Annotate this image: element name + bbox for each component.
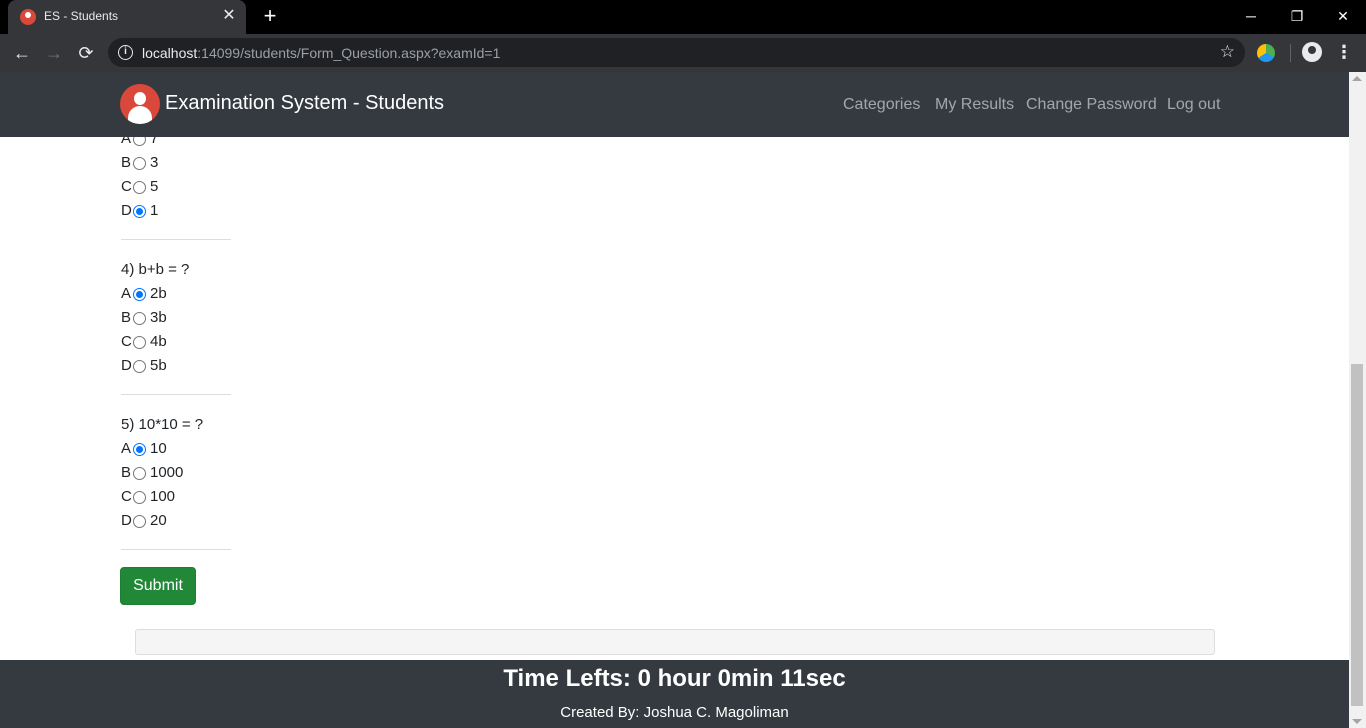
option-letter: B bbox=[121, 309, 132, 326]
browser-menu-icon[interactable]: ⋮ bbox=[1334, 40, 1354, 64]
tab-title: ES - Students bbox=[44, 9, 119, 23]
option-row: D 5b bbox=[121, 354, 231, 378]
option-row: A 10 bbox=[121, 437, 231, 461]
time-left-text: Time Lefts: 0 hour 0min 11sec bbox=[503, 665, 846, 692]
brand-logo-icon[interactable] bbox=[120, 84, 160, 124]
option-letter: C bbox=[121, 488, 132, 505]
minimize-button[interactable]: ─ bbox=[1228, 0, 1274, 34]
question-3: A7 B3 C5 D1 bbox=[121, 137, 231, 223]
option-letter: A bbox=[121, 440, 132, 457]
question-text: 4) b+b = ? bbox=[121, 261, 190, 278]
forward-button[interactable]: → bbox=[42, 41, 66, 65]
brand-title[interactable]: Examination System - Students bbox=[165, 92, 444, 115]
option-row: A 2b bbox=[121, 282, 231, 306]
radio-q3-b[interactable] bbox=[133, 156, 146, 170]
radio-q4-d[interactable] bbox=[133, 359, 146, 373]
question-5: 5) 10*10 = ? A 10 B 1000 C 100 D 20 bbox=[121, 413, 231, 533]
address-bar[interactable]: i localhost:14099/students/Form_Question… bbox=[108, 38, 1245, 67]
radio-q4-b[interactable] bbox=[133, 311, 146, 325]
site-navbar: Examination System - Students Categories… bbox=[0, 72, 1349, 137]
option-letter: B bbox=[121, 154, 132, 171]
back-button[interactable]: ← bbox=[10, 41, 34, 65]
credits-text: Created By: Joshua C. Magoliman bbox=[560, 704, 789, 721]
option-letter: A bbox=[121, 137, 132, 147]
question-divider bbox=[121, 394, 231, 395]
radio-q5-c[interactable] bbox=[133, 490, 146, 504]
option-letter: D bbox=[121, 512, 132, 529]
timer-progress-well bbox=[135, 629, 1215, 655]
option-row: C5 bbox=[121, 175, 231, 199]
exam-form: A7 B3 C5 D1 4) b+b = ? A 2b B 3b C 4b D 5b 5… bbox=[0, 137, 1349, 660]
question-divider bbox=[121, 239, 231, 240]
page-footer: Time Lefts: 0 hour 0min 11sec Created By… bbox=[0, 660, 1349, 728]
question-divider bbox=[121, 549, 231, 550]
option-letter: B bbox=[121, 464, 132, 481]
maximize-button[interactable]: ❐ bbox=[1274, 0, 1320, 34]
option-letter: D bbox=[121, 357, 132, 374]
option-letter: D bbox=[121, 202, 132, 219]
extension-icon[interactable] bbox=[1257, 44, 1275, 62]
option-label: 7 bbox=[150, 137, 159, 147]
option-label: 4b bbox=[150, 333, 167, 350]
option-label: 3 bbox=[150, 154, 159, 171]
option-label: 20 bbox=[150, 512, 167, 529]
nav-link-my-results[interactable]: My Results bbox=[935, 96, 1014, 114]
option-label: 1 bbox=[150, 202, 159, 219]
nav-link-log-out[interactable]: Log out bbox=[1167, 96, 1220, 114]
site-info-icon[interactable]: i bbox=[118, 45, 133, 60]
radio-q4-c[interactable] bbox=[133, 335, 146, 349]
option-row: D1 bbox=[121, 199, 231, 223]
option-letter: C bbox=[121, 178, 132, 195]
option-label: 10 bbox=[150, 440, 167, 457]
nav-link-change-password[interactable]: Change Password bbox=[1026, 96, 1157, 114]
tab-close-icon[interactable]: ✕ bbox=[220, 7, 238, 25]
option-row: C 4b bbox=[121, 330, 231, 354]
bookmark-star-icon[interactable]: ☆ bbox=[1220, 42, 1235, 62]
browser-tab[interactable]: ES - Students ✕ bbox=[8, 0, 246, 34]
radio-q3-c[interactable] bbox=[133, 180, 146, 194]
radio-q3-a[interactable] bbox=[133, 137, 146, 146]
option-row: B3 bbox=[121, 151, 231, 175]
option-letter: C bbox=[121, 333, 132, 350]
question-text: 5) 10*10 = ? bbox=[121, 416, 204, 433]
option-row: B 1000 bbox=[121, 461, 231, 485]
scroll-up-arrow-icon[interactable] bbox=[1352, 76, 1362, 81]
option-label: 5 bbox=[150, 178, 159, 195]
reload-button[interactable]: ⟳ bbox=[74, 41, 98, 65]
profile-avatar-icon[interactable] bbox=[1302, 42, 1322, 62]
scrollbar-thumb[interactable] bbox=[1351, 364, 1363, 706]
url-host: localhost bbox=[142, 45, 198, 61]
option-row: B 3b bbox=[121, 306, 231, 330]
option-label: 100 bbox=[150, 488, 176, 505]
tab-favicon-icon bbox=[20, 9, 36, 25]
page-scrollbar[interactable] bbox=[1349, 72, 1366, 728]
question-4: 4) b+b = ? A 2b B 3b C 4b D 5b bbox=[121, 258, 231, 378]
option-row: C 100 bbox=[121, 485, 231, 509]
option-row: D 20 bbox=[121, 509, 231, 533]
option-row: A7 bbox=[121, 137, 231, 151]
radio-q4-a[interactable] bbox=[133, 287, 146, 301]
url-text[interactable]: localhost:14099/students/Form_Question.a… bbox=[142, 45, 500, 61]
browser-toolbar: ← → ⟳ i localhost:14099/students/Form_Qu… bbox=[0, 34, 1366, 72]
radio-q5-d[interactable] bbox=[133, 514, 146, 528]
option-label: 3b bbox=[150, 309, 167, 326]
option-letter: A bbox=[121, 285, 132, 302]
toolbar-separator bbox=[1290, 44, 1291, 62]
radio-q5-b[interactable] bbox=[133, 466, 146, 480]
radio-q5-a[interactable] bbox=[133, 442, 146, 456]
scroll-down-arrow-icon[interactable] bbox=[1352, 719, 1362, 724]
option-label: 2b bbox=[150, 285, 167, 302]
option-label: 5b bbox=[150, 357, 167, 374]
nav-link-categories[interactable]: Categories bbox=[843, 96, 920, 114]
submit-button[interactable]: Submit bbox=[120, 567, 196, 605]
browser-titlebar: ES - Students ✕ + ─ ❐ ✕ bbox=[0, 0, 1366, 34]
option-label: 1000 bbox=[150, 464, 184, 481]
close-window-button[interactable]: ✕ bbox=[1320, 0, 1366, 34]
radio-q3-d[interactable] bbox=[133, 204, 146, 218]
new-tab-button[interactable]: + bbox=[258, 5, 282, 29]
url-path: :14099/students/Form_Question.aspx?examI… bbox=[197, 45, 501, 61]
